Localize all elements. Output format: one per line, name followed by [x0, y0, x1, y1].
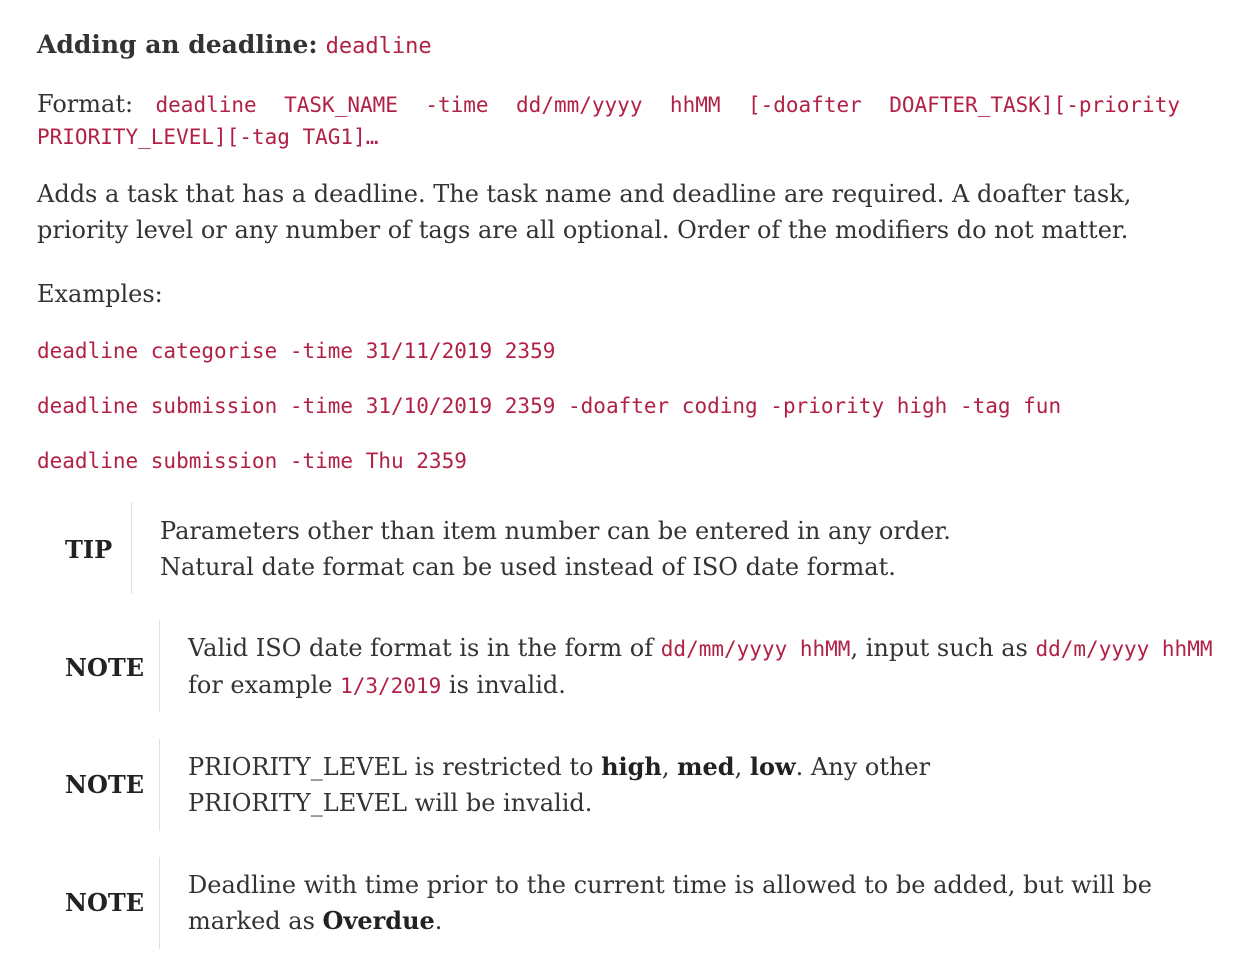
inline-code: 1/3/2019 [340, 674, 442, 698]
note-admonition: NOTE Valid ISO date format is in the for… [0, 620, 1234, 712]
priority-low: low [749, 752, 796, 781]
priority-high: high [601, 752, 662, 781]
admonition-content: Deadline with time prior to the current … [188, 867, 1152, 939]
admonition-divider [159, 739, 160, 831]
format-label: Format: [37, 90, 134, 118]
format-syntax: deadline TASK_NAME -time dd/mm/yyyy hhMM… [37, 93, 1180, 149]
examples-label: Examples: [37, 280, 163, 308]
overdue-term: Overdue [322, 906, 435, 935]
heading-title: Adding an deadline: [37, 30, 318, 59]
inline-code: dd/m/yyyy hhMM [1035, 637, 1213, 661]
admonition-label: NOTE [65, 770, 144, 799]
note-line: Valid ISO date format is in the form of … [188, 630, 1213, 667]
tip-line: Parameters other than item number can be… [160, 517, 951, 545]
admonition-label: TIP [65, 535, 113, 564]
note-text: . [434, 907, 443, 935]
heading-command: deadline [325, 34, 432, 59]
example-command: deadline categorise -time 31/11/2019 235… [37, 339, 556, 363]
note-text: for example [188, 671, 341, 699]
example-command: deadline submission -time 31/10/2019 235… [37, 394, 1062, 418]
note-admonition: NOTE PRIORITY_LEVEL is restricted to hig… [0, 739, 1234, 831]
section-heading: Adding an deadline: deadline [37, 28, 432, 64]
note-line: for example 1/3/2019 is invalid. [188, 667, 1152, 704]
example-command: deadline submission -time Thu 2359 [37, 449, 467, 473]
admonition-label: NOTE [65, 888, 144, 917]
priority-med: med [677, 752, 735, 781]
admonition-divider [159, 857, 160, 949]
separator: , [661, 753, 678, 781]
note-text: is invalid. [441, 671, 566, 699]
separator: , [734, 753, 750, 781]
note-text: PRIORITY_LEVEL is restricted to [188, 753, 602, 781]
admonition-label: NOTE [65, 653, 144, 682]
admonition-divider [159, 620, 160, 712]
admonition-content: Parameters other than item number can be… [160, 513, 951, 585]
note-text: , input such as [850, 634, 1036, 662]
format-line: Format: deadline TASK_NAME -time dd/mm/y… [37, 89, 1180, 153]
note-text: Valid ISO date format is in the form of [188, 634, 661, 662]
description-paragraph: Adds a task that has a deadline. The tas… [37, 180, 1132, 244]
admonition-content: Valid ISO date format is in the form of … [188, 630, 1213, 704]
tip-line: Natural date format can be used instead … [160, 553, 896, 581]
note-admonition: NOTE Deadline with time prior to the cur… [0, 857, 1234, 949]
admonition-content: PRIORITY_LEVEL is restricted to high, me… [188, 749, 1152, 821]
admonition-divider [131, 502, 132, 594]
inline-code: dd/mm/yyyy hhMM [660, 637, 851, 661]
tip-admonition: TIP Parameters other than item number ca… [0, 502, 1234, 594]
